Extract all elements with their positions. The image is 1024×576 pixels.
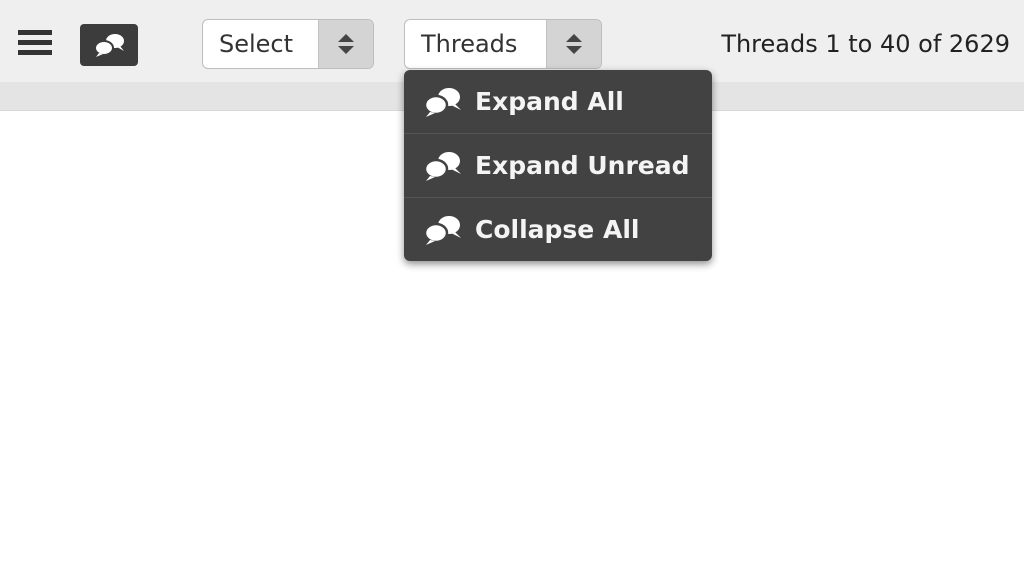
menu-item-label: Expand All	[475, 87, 624, 116]
pagination-status: Threads 1 to 40 of 2629	[721, 30, 1010, 58]
view-mode-dropdown-value: Threads	[421, 30, 518, 58]
speech-bubbles-icon	[423, 216, 461, 245]
menu-item-expand-all[interactable]: Expand All	[404, 70, 712, 134]
speech-bubbles-icon	[423, 88, 461, 117]
menu-item-label: Expand Unread	[475, 151, 690, 180]
select-dropdown-value: Select	[219, 30, 294, 58]
speech-bubbles-icon	[423, 152, 461, 181]
view-mode-dropdown[interactable]: Threads	[404, 19, 602, 69]
menu-item-expand-unread[interactable]: Expand Unread	[404, 134, 712, 198]
menu-item-label: Collapse All	[475, 215, 640, 244]
up-down-arrows-icon	[546, 20, 601, 68]
conversation-view-button[interactable]	[80, 24, 138, 66]
hamburger-icon[interactable]	[18, 30, 52, 58]
menu-item-collapse-all[interactable]: Collapse All	[404, 198, 712, 261]
thread-dropdown-menu: Expand All Expand Unread Collapse All	[404, 70, 712, 261]
speech-bubbles-icon	[94, 34, 124, 57]
up-down-arrows-icon	[318, 20, 373, 68]
select-dropdown[interactable]: Select	[202, 19, 374, 69]
